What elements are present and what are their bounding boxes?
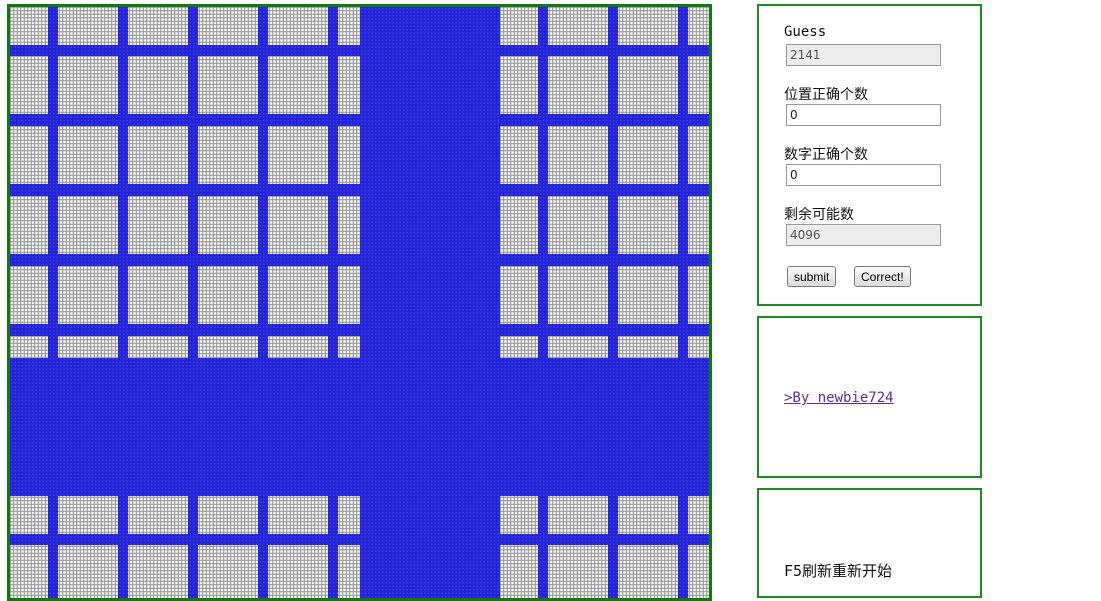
remaining-field[interactable] <box>786 224 941 246</box>
board-cell-block[interactable] <box>10 56 48 114</box>
board-cell-block[interactable] <box>500 545 538 598</box>
board-cell-block[interactable] <box>198 545 258 598</box>
board-cell-block[interactable] <box>500 56 538 114</box>
credit-panel: >By newbie724 <box>757 316 982 478</box>
board-cell-block[interactable] <box>688 336 709 358</box>
board-cell-block[interactable] <box>548 7 608 45</box>
board-cell-block[interactable] <box>10 496 48 534</box>
board-cell-block[interactable] <box>58 266 118 324</box>
board-cell-block[interactable] <box>618 266 678 324</box>
board-cell-block[interactable] <box>618 545 678 598</box>
board-cell-block[interactable] <box>128 7 188 45</box>
board-cell-block[interactable] <box>198 196 258 254</box>
board-cell-block[interactable] <box>128 336 188 358</box>
board-cell-block[interactable] <box>58 336 118 358</box>
board-cell-block[interactable] <box>128 196 188 254</box>
board-cell-block[interactable] <box>10 126 48 184</box>
board-cell-block[interactable] <box>548 545 608 598</box>
board-cell-block[interactable] <box>268 7 328 45</box>
board-cell-block[interactable] <box>500 266 538 324</box>
board-cell-block[interactable] <box>10 7 48 45</box>
board-cell-block[interactable] <box>548 56 608 114</box>
board-cell-block[interactable] <box>10 196 48 254</box>
board-cell-block[interactable] <box>618 126 678 184</box>
board-cell-block[interactable] <box>58 196 118 254</box>
board-canvas[interactable] <box>10 7 709 598</box>
board-cell-block[interactable] <box>688 56 709 114</box>
board-cell-block[interactable] <box>618 336 678 358</box>
board-cell-block[interactable] <box>268 196 328 254</box>
position-correct-field[interactable] <box>786 104 941 126</box>
restart-hint: F5刷新重新开始 <box>784 562 893 580</box>
board-cell-block[interactable] <box>688 7 709 45</box>
guess-field[interactable] <box>786 44 941 66</box>
submit-button[interactable]: submit <box>787 266 837 287</box>
board-cell-block[interactable] <box>268 266 328 324</box>
board-cell-block[interactable] <box>338 7 360 45</box>
board-cell-block[interactable] <box>128 126 188 184</box>
board-cell-block[interactable] <box>10 545 48 598</box>
board-cell-block[interactable] <box>198 336 258 358</box>
board-cell-block[interactable] <box>58 545 118 598</box>
board-cell-block[interactable] <box>548 266 608 324</box>
board-cell-block[interactable] <box>268 545 328 598</box>
board-cell-block[interactable] <box>548 336 608 358</box>
board-cell-block[interactable] <box>500 126 538 184</box>
board-cell-block[interactable] <box>500 196 538 254</box>
board-cell-block[interactable] <box>500 496 538 534</box>
guess-form-panel: Guess 位置正确个数 数字正确个数 剩余可能数 submit Correct… <box>757 4 982 306</box>
board-cell-block[interactable] <box>548 496 608 534</box>
board-cell-block[interactable] <box>338 196 360 254</box>
board-cell-block[interactable] <box>688 196 709 254</box>
board-cell-block[interactable] <box>198 7 258 45</box>
board-cell-block[interactable] <box>688 496 709 534</box>
remaining-label: 剩余可能数 <box>784 207 854 223</box>
board-cell-block[interactable] <box>58 126 118 184</box>
board-cell-block[interactable] <box>338 266 360 324</box>
board-cell-block[interactable] <box>618 196 678 254</box>
board-cell-block[interactable] <box>688 266 709 324</box>
board-cell-block[interactable] <box>338 496 360 534</box>
board-cell-block[interactable] <box>338 126 360 184</box>
board-cell-block[interactable] <box>58 56 118 114</box>
digit-correct-label: 数字正确个数 <box>784 147 868 163</box>
board-cell-block[interactable] <box>198 56 258 114</box>
board-cell-block[interactable] <box>688 545 709 598</box>
board-cell-block[interactable] <box>128 266 188 324</box>
board-cell-block[interactable] <box>548 196 608 254</box>
digit-correct-field[interactable] <box>786 164 941 186</box>
board-cell-block[interactable] <box>268 496 328 534</box>
author-link[interactable]: >By newbie724 <box>784 390 894 406</box>
board-cell-block[interactable] <box>338 336 360 358</box>
board-cell-block[interactable] <box>58 496 118 534</box>
board-cell-block[interactable] <box>618 7 678 45</box>
board-cell-block[interactable] <box>500 7 538 45</box>
board-cell-block[interactable] <box>10 336 48 358</box>
board-cell-block[interactable] <box>618 56 678 114</box>
board-cell-block[interactable] <box>198 126 258 184</box>
game-board[interactable] <box>7 4 712 601</box>
board-cell-block[interactable] <box>268 56 328 114</box>
position-correct-label: 位置正确个数 <box>784 87 868 103</box>
board-cell-block[interactable] <box>198 266 258 324</box>
board-cell-block[interactable] <box>128 56 188 114</box>
board-cell-block[interactable] <box>338 545 360 598</box>
board-cell-block[interactable] <box>500 336 538 358</box>
board-cell-block[interactable] <box>268 336 328 358</box>
board-cell-block[interactable] <box>268 126 328 184</box>
board-cell-block[interactable] <box>58 7 118 45</box>
board-cell-block[interactable] <box>198 496 258 534</box>
board-cell-block[interactable] <box>128 545 188 598</box>
guess-label: Guess <box>784 24 827 40</box>
board-cell-block[interactable] <box>618 496 678 534</box>
board-cell-block[interactable] <box>548 126 608 184</box>
board-cell-block[interactable] <box>338 56 360 114</box>
correct-button[interactable]: Correct! <box>854 266 911 287</box>
help-panel: F5刷新重新开始 <box>757 488 982 598</box>
board-cell-block[interactable] <box>10 266 48 324</box>
board-cell-block[interactable] <box>688 126 709 184</box>
board-cell-block[interactable] <box>128 496 188 534</box>
